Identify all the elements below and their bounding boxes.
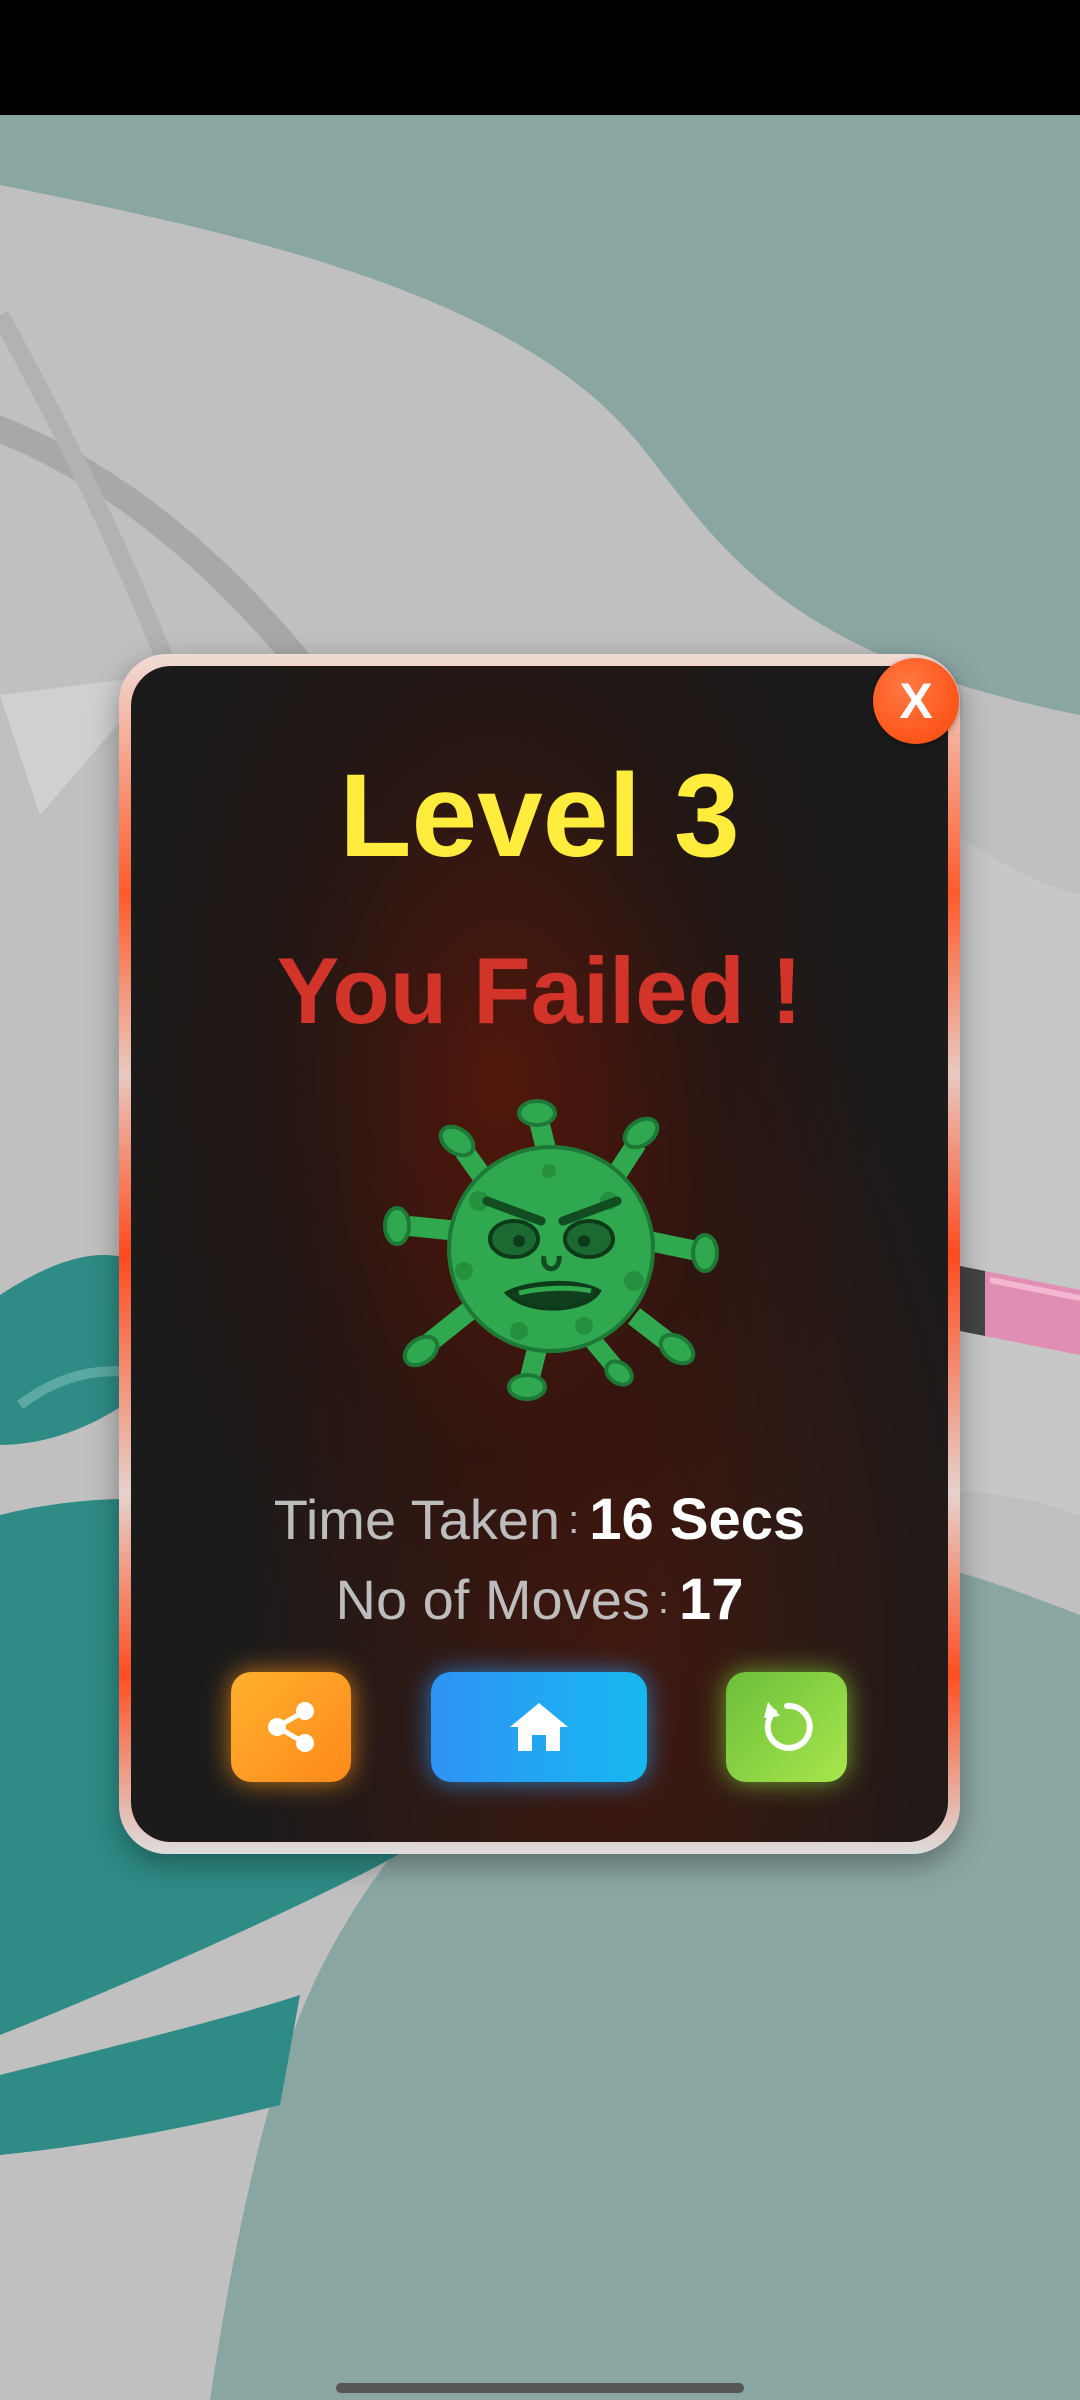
status-bar (0, 0, 1080, 115)
moves-separator: : (657, 1578, 669, 1622)
level-title: Level 3 (339, 750, 740, 882)
time-taken-value: 16 Secs (589, 1487, 806, 1552)
result-dialog: Level 3 You Failed ! Time Taken: 16 Sec… (119, 654, 960, 1854)
replay-button[interactable] (726, 1672, 847, 1782)
failed-message: You Failed ! (276, 938, 803, 1043)
moves-value: 17 (678, 1567, 744, 1632)
time-taken-separator: : (568, 1498, 580, 1542)
time-taken-label: Time Taken (273, 1488, 561, 1551)
moves-row: No of Moves:17 (131, 1566, 948, 1633)
share-icon (268, 1702, 314, 1752)
angry-virus-icon (383, 1099, 719, 1401)
replay-icon (763, 1702, 813, 1751)
time-taken-row: Time Taken:16 Secs (131, 1486, 948, 1553)
gesture-home-indicator[interactable] (336, 2383, 744, 2393)
home-button[interactable] (431, 1672, 647, 1782)
result-dialog-panel: Level 3 You Failed ! Time Taken: 16 Sec… (131, 666, 948, 1842)
game-screen: Level 3 You Failed ! Time Taken: 16 Sec… (0, 0, 1080, 2400)
home-icon (510, 1703, 568, 1751)
close-button[interactable]: X (873, 658, 959, 744)
moves-label: No of Moves (335, 1568, 650, 1631)
share-button[interactable] (231, 1672, 351, 1782)
